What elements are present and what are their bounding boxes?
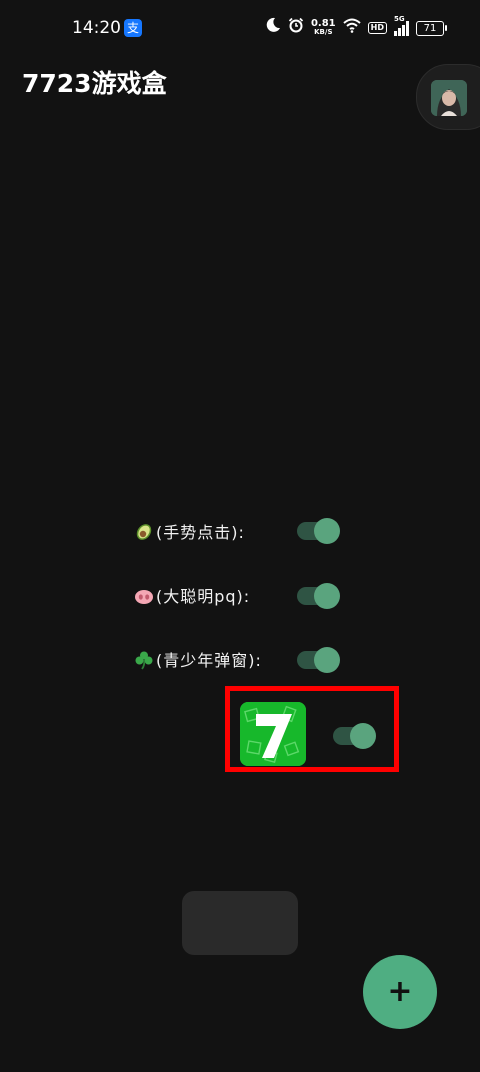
battery-icon: 71 — [416, 20, 447, 36]
toggle-smart-pq-switch[interactable] — [297, 577, 341, 613]
app-toggle-switch[interactable] — [333, 717, 377, 753]
moon-icon — [265, 17, 281, 39]
toggle-label-text: (手势点击): — [156, 523, 245, 542]
net-speed-value: 0.81 — [310, 18, 336, 29]
7723-app-icon — [240, 702, 306, 766]
net-speed: 0.81 KB/S — [311, 19, 336, 37]
toggle-label-text: (青少年弹窗): — [156, 651, 262, 670]
alarm-icon — [288, 17, 304, 39]
hd-badge: HD — [367, 22, 387, 34]
shamrock-icon — [134, 650, 154, 670]
switch-thumb — [350, 723, 376, 749]
plus-icon: + — [387, 974, 413, 1009]
avatar — [431, 80, 467, 116]
battery-level: 71 — [423, 22, 437, 34]
status-icons: 0.81 KB/S HD 5G 71 — [265, 15, 447, 39]
signal-icon: 5G — [394, 15, 409, 36]
blank-card[interactable] — [182, 891, 298, 955]
net-speed-unit: KB/S — [314, 28, 333, 36]
switch-thumb — [314, 518, 340, 544]
add-button[interactable]: + — [363, 955, 437, 1029]
switch-thumb — [314, 647, 340, 673]
toggle-teen-popup-switch[interactable] — [297, 641, 341, 677]
avocado-icon — [134, 522, 154, 542]
toggle-gesture-click-switch[interactable] — [297, 512, 341, 548]
network-type: 5G — [394, 15, 405, 23]
status-bar: 14:20 支 0.81 KB/S HD 5G 71 — [0, 0, 480, 56]
wifi-icon — [342, 17, 361, 39]
switch-thumb — [314, 583, 340, 609]
toggle-label-smart-pq: (大聪明pq): — [134, 583, 250, 607]
app-title: 7723游戏盒 — [22, 69, 167, 98]
alipay-icon: 支 — [124, 19, 142, 37]
avatar-button[interactable] — [416, 64, 480, 130]
toggle-label-gesture-click: (手势点击): — [134, 519, 245, 543]
status-time: 14:20 — [72, 18, 121, 38]
toggle-label-teen-popup: (青少年弹窗): — [134, 647, 262, 671]
pig-nose-icon — [134, 586, 154, 606]
toggle-label-text: (大聪明pq): — [156, 587, 251, 606]
